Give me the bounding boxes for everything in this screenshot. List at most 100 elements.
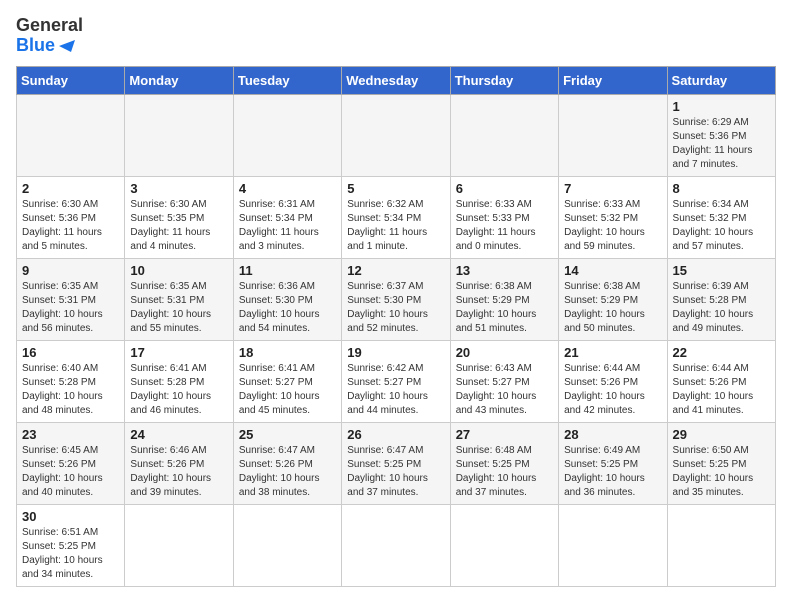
calendar-table: SundayMondayTuesdayWednesdayThursdayFrid… bbox=[16, 66, 776, 587]
day-number: 7 bbox=[564, 181, 661, 196]
calendar-cell: 7 Sunrise: 6:33 AM Sunset: 5:32 PM Daylig… bbox=[559, 176, 667, 258]
day-info: Sunrise: 6:48 AM Sunset: 5:25 PM Dayligh… bbox=[456, 444, 553, 500]
day-number: 19 bbox=[347, 345, 444, 360]
day-number: 10 bbox=[130, 263, 227, 278]
day-info: Sunrise: 6:36 AM Sunset: 5:30 PM Dayligh… bbox=[239, 280, 336, 336]
calendar-cell: 15 Sunrise: 6:39 AM Sunset: 5:28 PM Dayli… bbox=[667, 258, 775, 340]
day-info: Sunrise: 6:37 AM Sunset: 5:30 PM Dayligh… bbox=[347, 280, 444, 336]
calendar-cell: 30 Sunrise: 6:51 AM Sunset: 5:25 PM Dayli… bbox=[17, 504, 125, 586]
calendar-cell: 16 Sunrise: 6:40 AM Sunset: 5:28 PM Dayli… bbox=[17, 340, 125, 422]
weekday-header-wednesday: Wednesday bbox=[342, 66, 450, 94]
calendar-cell: 25 Sunrise: 6:47 AM Sunset: 5:26 PM Dayli… bbox=[233, 422, 341, 504]
day-info: Sunrise: 6:51 AM Sunset: 5:25 PM Dayligh… bbox=[22, 526, 119, 582]
calendar-week-1: 2 Sunrise: 6:30 AM Sunset: 5:36 PM Daylig… bbox=[17, 176, 776, 258]
calendar-body: 1 Sunrise: 6:29 AM Sunset: 5:36 PM Daylig… bbox=[17, 94, 776, 586]
calendar-cell bbox=[667, 504, 775, 586]
calendar-cell: 20Sunrise: 6:43 AM Sunset: 5:27 PM Dayli… bbox=[450, 340, 558, 422]
day-number: 21 bbox=[564, 345, 661, 360]
calendar-cell bbox=[17, 94, 125, 176]
day-number: 27 bbox=[456, 427, 553, 442]
calendar-cell bbox=[233, 94, 341, 176]
calendar-week-5: 30 Sunrise: 6:51 AM Sunset: 5:25 PM Dayli… bbox=[17, 504, 776, 586]
day-info: Sunrise: 6:47 AM Sunset: 5:26 PM Dayligh… bbox=[239, 444, 336, 500]
day-info: Sunrise: 6:49 AM Sunset: 5:25 PM Dayligh… bbox=[564, 444, 661, 500]
calendar-cell: 2 Sunrise: 6:30 AM Sunset: 5:36 PM Daylig… bbox=[17, 176, 125, 258]
day-info: Sunrise: 6:31 AM Sunset: 5:34 PM Dayligh… bbox=[239, 198, 336, 254]
calendar-week-2: 9 Sunrise: 6:35 AM Sunset: 5:31 PM Daylig… bbox=[17, 258, 776, 340]
day-number: 12 bbox=[347, 263, 444, 278]
day-number: 20 bbox=[456, 345, 553, 360]
calendar-cell: 24 Sunrise: 6:46 AM Sunset: 5:26 PM Dayli… bbox=[125, 422, 233, 504]
calendar-cell: 17Sunrise: 6:41 AM Sunset: 5:28 PM Dayli… bbox=[125, 340, 233, 422]
day-number: 15 bbox=[673, 263, 770, 278]
day-number: 16 bbox=[22, 345, 119, 360]
day-info: Sunrise: 6:29 AM Sunset: 5:36 PM Dayligh… bbox=[673, 116, 770, 172]
calendar-cell bbox=[559, 504, 667, 586]
calendar-cell: 26Sunrise: 6:47 AM Sunset: 5:25 PM Dayli… bbox=[342, 422, 450, 504]
calendar-cell bbox=[125, 94, 233, 176]
calendar-cell: 3Sunrise: 6:30 AM Sunset: 5:35 PM Daylig… bbox=[125, 176, 233, 258]
day-info: Sunrise: 6:33 AM Sunset: 5:33 PM Dayligh… bbox=[456, 198, 553, 254]
day-number: 28 bbox=[564, 427, 661, 442]
day-info: Sunrise: 6:32 AM Sunset: 5:34 PM Dayligh… bbox=[347, 198, 444, 254]
day-info: Sunrise: 6:34 AM Sunset: 5:32 PM Dayligh… bbox=[673, 198, 770, 254]
calendar-cell: 11 Sunrise: 6:36 AM Sunset: 5:30 PM Dayli… bbox=[233, 258, 341, 340]
day-number: 6 bbox=[456, 181, 553, 196]
day-info: Sunrise: 6:42 AM Sunset: 5:27 PM Dayligh… bbox=[347, 362, 444, 418]
day-info: Sunrise: 6:50 AM Sunset: 5:25 PM Dayligh… bbox=[673, 444, 770, 500]
weekday-header-friday: Friday bbox=[559, 66, 667, 94]
day-number: 24 bbox=[130, 427, 227, 442]
day-number: 25 bbox=[239, 427, 336, 442]
calendar-cell: 4Sunrise: 6:31 AM Sunset: 5:34 PM Daylig… bbox=[233, 176, 341, 258]
calendar-week-0: 1 Sunrise: 6:29 AM Sunset: 5:36 PM Daylig… bbox=[17, 94, 776, 176]
day-number: 1 bbox=[673, 99, 770, 114]
day-info: Sunrise: 6:33 AM Sunset: 5:32 PM Dayligh… bbox=[564, 198, 661, 254]
day-info: Sunrise: 6:40 AM Sunset: 5:28 PM Dayligh… bbox=[22, 362, 119, 418]
page-header: General Blue bbox=[16, 16, 776, 56]
calendar-cell: 6 Sunrise: 6:33 AM Sunset: 5:33 PM Daylig… bbox=[450, 176, 558, 258]
day-info: Sunrise: 6:39 AM Sunset: 5:28 PM Dayligh… bbox=[673, 280, 770, 336]
calendar-cell bbox=[559, 94, 667, 176]
day-number: 9 bbox=[22, 263, 119, 278]
day-info: Sunrise: 6:41 AM Sunset: 5:27 PM Dayligh… bbox=[239, 362, 336, 418]
logo-blue: Blue bbox=[16, 36, 55, 56]
calendar-cell: 22 Sunrise: 6:44 AM Sunset: 5:26 PM Dayli… bbox=[667, 340, 775, 422]
calendar-cell: 1 Sunrise: 6:29 AM Sunset: 5:36 PM Daylig… bbox=[667, 94, 775, 176]
calendar-cell bbox=[125, 504, 233, 586]
calendar-cell: 27 Sunrise: 6:48 AM Sunset: 5:25 PM Dayli… bbox=[450, 422, 558, 504]
day-number: 18 bbox=[239, 345, 336, 360]
calendar-cell: 13Sunrise: 6:38 AM Sunset: 5:29 PM Dayli… bbox=[450, 258, 558, 340]
day-number: 11 bbox=[239, 263, 336, 278]
day-number: 29 bbox=[673, 427, 770, 442]
calendar-cell bbox=[450, 504, 558, 586]
weekday-header-tuesday: Tuesday bbox=[233, 66, 341, 94]
calendar-cell: 10 Sunrise: 6:35 AM Sunset: 5:31 PM Dayli… bbox=[125, 258, 233, 340]
calendar-cell: 8 Sunrise: 6:34 AM Sunset: 5:32 PM Daylig… bbox=[667, 176, 775, 258]
logo-general: General bbox=[16, 16, 83, 36]
calendar-week-3: 16 Sunrise: 6:40 AM Sunset: 5:28 PM Dayli… bbox=[17, 340, 776, 422]
logo: General Blue bbox=[16, 16, 83, 56]
day-info: Sunrise: 6:30 AM Sunset: 5:35 PM Dayligh… bbox=[130, 198, 227, 254]
calendar-cell bbox=[233, 504, 341, 586]
calendar-cell: 19 Sunrise: 6:42 AM Sunset: 5:27 PM Dayli… bbox=[342, 340, 450, 422]
day-number: 2 bbox=[22, 181, 119, 196]
calendar-cell: 23Sunrise: 6:45 AM Sunset: 5:26 PM Dayli… bbox=[17, 422, 125, 504]
calendar-cell: 21Sunrise: 6:44 AM Sunset: 5:26 PM Dayli… bbox=[559, 340, 667, 422]
calendar-cell: 5 Sunrise: 6:32 AM Sunset: 5:34 PM Daylig… bbox=[342, 176, 450, 258]
calendar-cell bbox=[342, 504, 450, 586]
calendar-cell: 14Sunrise: 6:38 AM Sunset: 5:29 PM Dayli… bbox=[559, 258, 667, 340]
day-number: 5 bbox=[347, 181, 444, 196]
weekday-header-sunday: Sunday bbox=[17, 66, 125, 94]
day-info: Sunrise: 6:30 AM Sunset: 5:36 PM Dayligh… bbox=[22, 198, 119, 254]
day-number: 8 bbox=[673, 181, 770, 196]
day-number: 22 bbox=[673, 345, 770, 360]
day-info: Sunrise: 6:35 AM Sunset: 5:31 PM Dayligh… bbox=[130, 280, 227, 336]
calendar-cell: 28 Sunrise: 6:49 AM Sunset: 5:25 PM Dayli… bbox=[559, 422, 667, 504]
calendar-cell: 18 Sunrise: 6:41 AM Sunset: 5:27 PM Dayli… bbox=[233, 340, 341, 422]
day-info: Sunrise: 6:46 AM Sunset: 5:26 PM Dayligh… bbox=[130, 444, 227, 500]
day-info: Sunrise: 6:38 AM Sunset: 5:29 PM Dayligh… bbox=[456, 280, 553, 336]
day-info: Sunrise: 6:47 AM Sunset: 5:25 PM Dayligh… bbox=[347, 444, 444, 500]
day-number: 30 bbox=[22, 509, 119, 524]
day-info: Sunrise: 6:41 AM Sunset: 5:28 PM Dayligh… bbox=[130, 362, 227, 418]
day-info: Sunrise: 6:44 AM Sunset: 5:26 PM Dayligh… bbox=[673, 362, 770, 418]
